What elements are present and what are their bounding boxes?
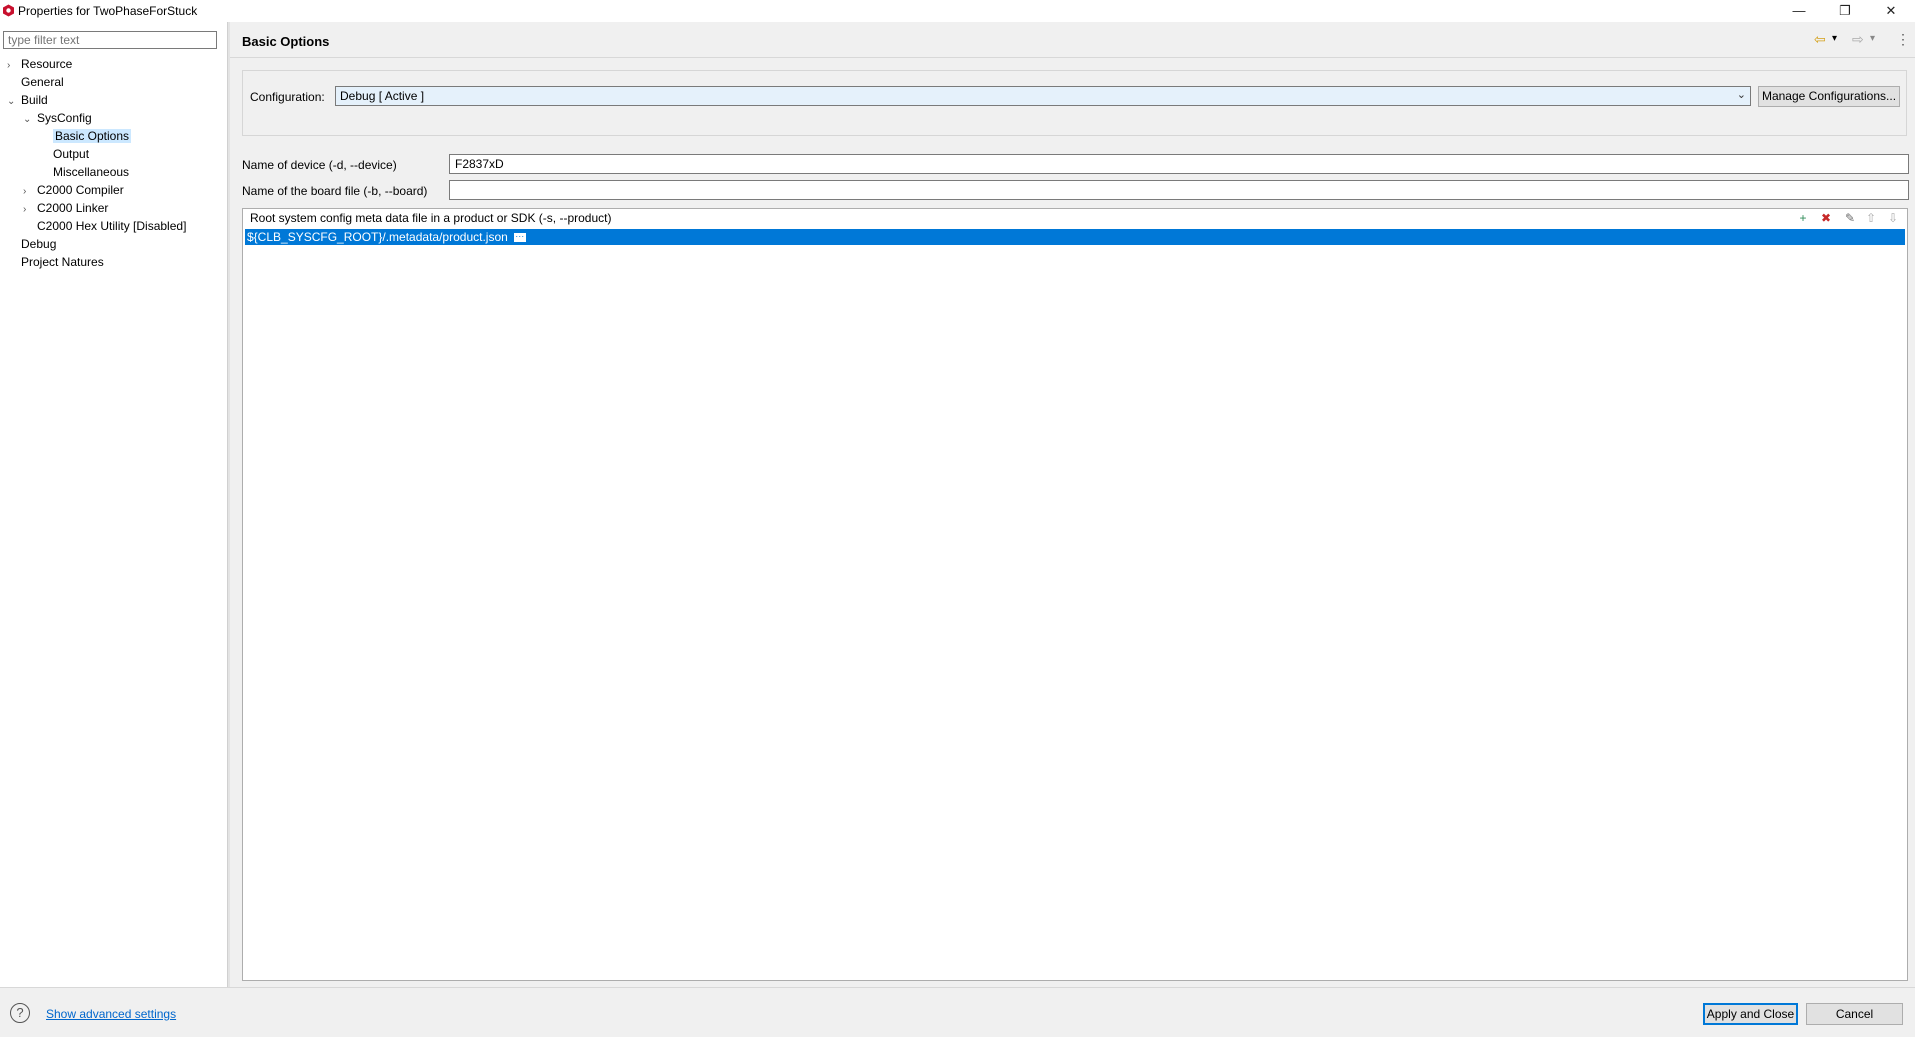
tree-item-c2000-compiler[interactable]: › C2000 Compiler <box>23 181 124 199</box>
apply-and-close-button[interactable]: Apply and Close <box>1703 1003 1798 1025</box>
move-up-icon[interactable]: ⇧ <box>1863 210 1879 226</box>
minimize-button[interactable]: — <box>1776 0 1822 22</box>
more-icon[interactable]: ··· <box>513 232 526 243</box>
product-path: ${CLB_SYSCFG_ROOT}/.metadata/product.jso… <box>247 230 508 244</box>
add-icon[interactable]: + <box>1795 210 1811 226</box>
product-list-header: Root system config meta data file in a p… <box>250 211 612 225</box>
header-separator <box>230 57 1915 58</box>
tree-item-output[interactable]: Output <box>39 145 89 163</box>
collapse-icon[interactable]: ⌄ <box>7 93 21 111</box>
tree-item-basic-options[interactable]: Basic Options <box>39 127 132 145</box>
close-button[interactable]: ✕ <box>1868 0 1914 22</box>
tree-item-debug[interactable]: Debug <box>7 235 56 253</box>
list-item[interactable]: ${CLB_SYSCFG_ROOT}/.metadata/product.jso… <box>245 229 1905 245</box>
chevron-down-icon: ⌄ <box>1736 89 1746 101</box>
move-down-icon[interactable]: ⇩ <box>1885 210 1901 226</box>
tree-item-general[interactable]: General <box>7 73 64 91</box>
tree-item-miscellaneous[interactable]: Miscellaneous <box>39 163 129 181</box>
filter-input[interactable] <box>3 31 217 49</box>
tree-item-resource[interactable]: › Resource <box>7 55 72 73</box>
device-label: Name of device (-d, --device) <box>242 158 397 172</box>
board-label: Name of the board file (-b, --board) <box>242 184 428 198</box>
configuration-label: Configuration: <box>250 90 325 104</box>
app-icon <box>2 4 15 17</box>
forward-arrow-icon[interactable]: ⇨ <box>1852 31 1864 47</box>
window-title: Properties for TwoPhaseForStuck <box>18 4 198 18</box>
back-dropdown-icon[interactable]: ▾ <box>1832 31 1837 47</box>
window-bottom-edge <box>0 1037 1915 1041</box>
delete-icon[interactable]: ✖ <box>1818 210 1834 226</box>
footer-separator <box>0 987 1915 988</box>
page-title: Basic Options <box>242 34 330 49</box>
cancel-button[interactable]: Cancel <box>1806 1003 1903 1025</box>
help-icon[interactable]: ? <box>10 1003 30 1023</box>
tree-item-c2000-linker[interactable]: › C2000 Linker <box>23 199 108 217</box>
device-field[interactable]: F2837xD <box>449 154 1909 174</box>
tree-item-build[interactable]: ⌄ Build <box>7 91 48 109</box>
tree-item-c2000-hex-utility[interactable]: C2000 Hex Utility [Disabled] <box>23 217 186 235</box>
forward-dropdown-icon[interactable]: ▾ <box>1870 31 1875 47</box>
tree-item-sysconfig[interactable]: ⌄ SysConfig <box>23 109 92 127</box>
pane-splitter[interactable] <box>227 22 230 987</box>
restore-button[interactable]: ❐ <box>1822 0 1868 22</box>
tree-item-project-natures[interactable]: Project Natures <box>7 253 104 271</box>
view-menu-icon[interactable]: ⋮ <box>1896 31 1910 47</box>
title-bar <box>0 0 1915 22</box>
edit-icon[interactable]: ✎ <box>1842 210 1858 226</box>
show-advanced-settings-link[interactable]: Show advanced settings <box>46 1007 176 1021</box>
collapse-icon[interactable]: ⌄ <box>23 111 37 129</box>
product-list <box>242 208 1908 981</box>
back-arrow-icon[interactable]: ⇦ <box>1814 31 1826 47</box>
configuration-select[interactable]: Debug [ Active ] ⌄ <box>335 86 1751 106</box>
board-field[interactable] <box>449 180 1909 200</box>
configuration-value: Debug [ Active ] <box>340 89 425 103</box>
manage-configurations-button[interactable]: Manage Configurations... <box>1758 86 1900 107</box>
